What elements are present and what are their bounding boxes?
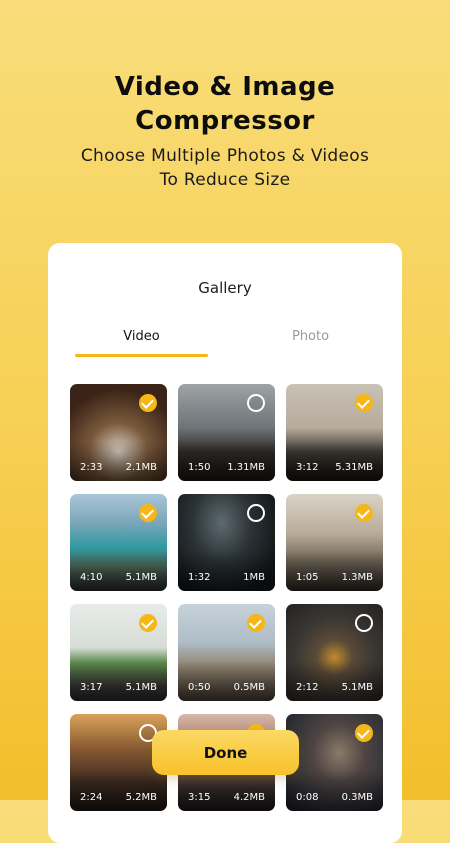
selected-check-icon[interactable] [139,614,157,632]
selected-check-icon[interactable] [139,394,157,412]
file-size: 2.1MB [125,462,157,473]
active-tab-indicator [75,354,208,357]
media-tabs: Video Photo [48,329,402,359]
file-size: 5.1MB [341,682,373,693]
hero-header: Video & Image Compressor Choose Multiple… [0,70,450,192]
thumb-shade [178,441,275,481]
file-size: 1MB [243,572,265,583]
media-item[interactable]: 2:33 2.1MB [70,384,167,481]
video-duration: 1:50 [188,462,211,473]
video-duration: 4:10 [80,572,103,583]
unselected-circle-icon[interactable] [247,504,265,522]
gallery-title: Gallery [198,279,252,297]
thumb-shade [286,771,383,811]
app-subtitle-line2: To Reduce Size [159,170,291,190]
media-item[interactable]: 1:32 1MB [178,494,275,591]
thumb-shade [70,661,167,701]
thumb-shade [286,441,383,481]
unselected-circle-icon[interactable] [247,394,265,412]
selected-check-icon[interactable] [355,504,373,522]
media-item[interactable]: 1:50 1.31MB [178,384,275,481]
video-duration: 3:12 [296,462,319,473]
selected-check-icon[interactable] [139,504,157,522]
tab-photo[interactable]: Photo [244,329,377,344]
video-duration: 2:24 [80,792,103,803]
file-size: 5.2MB [125,792,157,803]
media-item[interactable]: 3:17 5.1MB [70,604,167,701]
video-duration: 0:08 [296,792,319,803]
app-title: Video & Image Compressor [0,70,450,138]
thumb-shade [178,661,275,701]
video-duration: 3:15 [188,792,211,803]
file-size: 0.3MB [341,792,373,803]
media-item[interactable]: 3:12 5.31MB [286,384,383,481]
file-size: 5.1MB [125,682,157,693]
file-size: 4.2MB [233,792,265,803]
thumb-shade [70,771,167,811]
video-duration: 2:33 [80,462,103,473]
media-item[interactable]: 1:05 1.3MB [286,494,383,591]
file-size: 1.3MB [341,572,373,583]
thumb-shade [286,661,383,701]
app-title-line1: Video & Image [114,72,336,102]
media-item[interactable]: 2:12 5.1MB [286,604,383,701]
selected-check-icon[interactable] [355,724,373,742]
media-item[interactable]: 0:08 0.3MB [286,714,383,811]
selected-check-icon[interactable] [247,614,265,632]
app-subtitle-line1: Choose Multiple Photos & Videos [80,146,370,166]
video-duration: 1:32 [188,572,211,583]
file-size: 5.31MB [335,462,373,473]
thumb-shade [70,551,167,591]
thumb-shade [178,551,275,591]
app-title-line2: Compressor [135,106,315,136]
video-duration: 3:17 [80,682,103,693]
file-size: 1.31MB [227,462,265,473]
media-item[interactable]: 4:10 5.1MB [70,494,167,591]
file-size: 5.1MB [125,572,157,583]
done-button[interactable]: Done [152,730,299,775]
thumb-shade [70,441,167,481]
tab-video[interactable]: Video [75,329,208,344]
selected-check-icon[interactable] [355,394,373,412]
video-duration: 0:50 [188,682,211,693]
unselected-circle-icon[interactable] [355,614,373,632]
file-size: 0.5MB [233,682,265,693]
video-duration: 1:05 [296,572,319,583]
app-subtitle: Choose Multiple Photos & Videos To Reduc… [0,144,450,192]
thumb-shade [286,551,383,591]
media-item[interactable]: 0:50 0.5MB [178,604,275,701]
thumb-shade [178,771,275,811]
video-duration: 2:12 [296,682,319,693]
